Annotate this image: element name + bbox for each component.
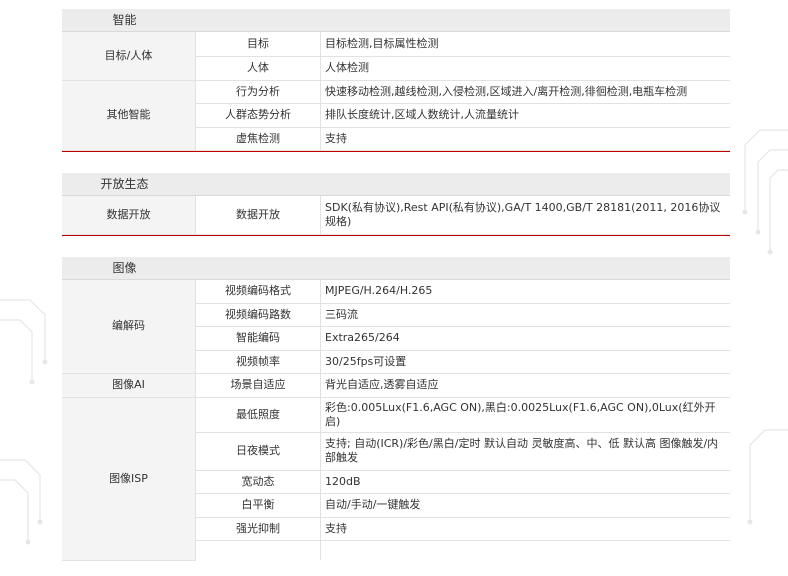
value-cell: 快速移动检测,越线检测,入侵检测,区域进入/离开检测,徘徊检测,电瓶车检测 (320, 80, 730, 104)
item-cell: 数据开放 (195, 196, 321, 235)
value-cell: 30/25fps可设置 (320, 350, 730, 374)
table-row: 其他智能 行为分析 快速移动检测,越线检测,入侵检测,区域进入/离开检测,徘徊检… (62, 80, 730, 151)
section-header: 智能 (62, 9, 730, 32)
value-cell: Extra265/264 (320, 326, 730, 351)
spec-table: 目标/人体 目标 目标检测,目标属性检测 人体 人体检测 其他智能 行为分析 快… (62, 32, 730, 151)
spec-section-open-ecosystem: 开放生态 数据开放 数据开放 SDK(私有协议),Rest API(私有协议),… (62, 173, 730, 236)
value-cell: 支持 (320, 517, 730, 541)
value-cell: 人体检测 (320, 56, 730, 81)
value-cell: 背光自适应,透雾自适应 (320, 373, 730, 398)
value-cell: 120dB (320, 470, 730, 494)
value-cell: SDK(私有协议),Rest API(私有协议),GA/T 1400,GB/T … (320, 196, 730, 235)
spec-section-image: 图像 编解码 视频编码格式 MJPEG/H.264/H.265 视频编码路数 三… (62, 257, 730, 561)
value-cell: MJPEG/H.264/H.265 (320, 280, 730, 304)
item-cell: 视频编码路数 (195, 303, 321, 327)
section-header: 开放生态 (62, 173, 730, 196)
item-cell: 人体 (195, 56, 321, 81)
item-cell: 视频编码格式 (195, 280, 321, 304)
value-cell: 三码流 (320, 303, 730, 327)
table-row: 编解码 视频编码格式 MJPEG/H.264/H.265 (62, 280, 730, 374)
category-cell: 其他智能 (62, 80, 196, 151)
item-cell: 日夜模式 (195, 432, 321, 471)
section-divider (62, 150, 730, 152)
item-cell (195, 540, 321, 560)
item-cell: 宽动态 (195, 470, 321, 494)
item-cell: 智能编码 (195, 326, 321, 351)
category-cell: 数据开放 (62, 196, 196, 235)
value-cell (321, 540, 731, 560)
item-cell: 白平衡 (195, 493, 321, 518)
value-cell: 排队长度统计,区域人数统计,人流量统计 (320, 103, 730, 128)
section-title: 智能 (112, 13, 137, 27)
category-cell: 图像AI (62, 373, 196, 398)
section-header: 图像 (62, 257, 730, 280)
value-cell: 支持 (320, 127, 730, 151)
value-cell: 支持; 自动(ICR)/彩色/黑白/定时 默认自动 灵敏度高、中、低 默认高 图… (320, 432, 730, 471)
section-title: 图像 (112, 261, 137, 275)
table-row: 目标/人体 目标 目标检测,目标属性检测 (62, 32, 730, 81)
item-cell: 强光抑制 (195, 517, 321, 541)
section-title: 开放生态 (100, 177, 149, 191)
section-divider (62, 234, 730, 236)
item-cell: 虚焦检测 (195, 127, 321, 151)
spec-table: 编解码 视频编码格式 MJPEG/H.264/H.265 视频编码路数 三码流 … (62, 280, 730, 561)
item-cell: 视频帧率 (195, 350, 321, 374)
category-cell: 目标/人体 (62, 32, 196, 81)
value-cell: 目标检测,目标属性检测 (320, 32, 730, 57)
category-cell: 图像ISP (62, 397, 196, 561)
item-cell: 行为分析 (195, 80, 321, 104)
table-row: 数据开放 数据开放 SDK(私有协议),Rest API(私有协议),GA/T … (62, 196, 730, 235)
table-row: 图像ISP 最低照度 彩色:0.005Lux(F1.6,AGC ON),黑白:0… (62, 397, 730, 561)
value-cell: 自动/手动/一键触发 (320, 493, 730, 518)
value-cell: 彩色:0.005Lux(F1.6,AGC ON),黑白:0.0025Lux(F1… (320, 397, 730, 433)
table-row: 图像AI 场景自适应 背光自适应,透雾自适应 (62, 373, 730, 398)
spec-section-smart: 智能 目标/人体 目标 目标检测,目标属性检测 人体 人体检测 其他智能 行为分… (62, 9, 730, 152)
spec-table: 数据开放 数据开放 SDK(私有协议),Rest API(私有协议),GA/T … (62, 196, 730, 235)
item-cell: 场景自适应 (195, 373, 321, 398)
item-cell: 人群态势分析 (195, 103, 321, 128)
category-cell: 编解码 (62, 280, 196, 374)
item-cell: 最低照度 (195, 397, 321, 433)
item-cell: 目标 (195, 32, 321, 57)
